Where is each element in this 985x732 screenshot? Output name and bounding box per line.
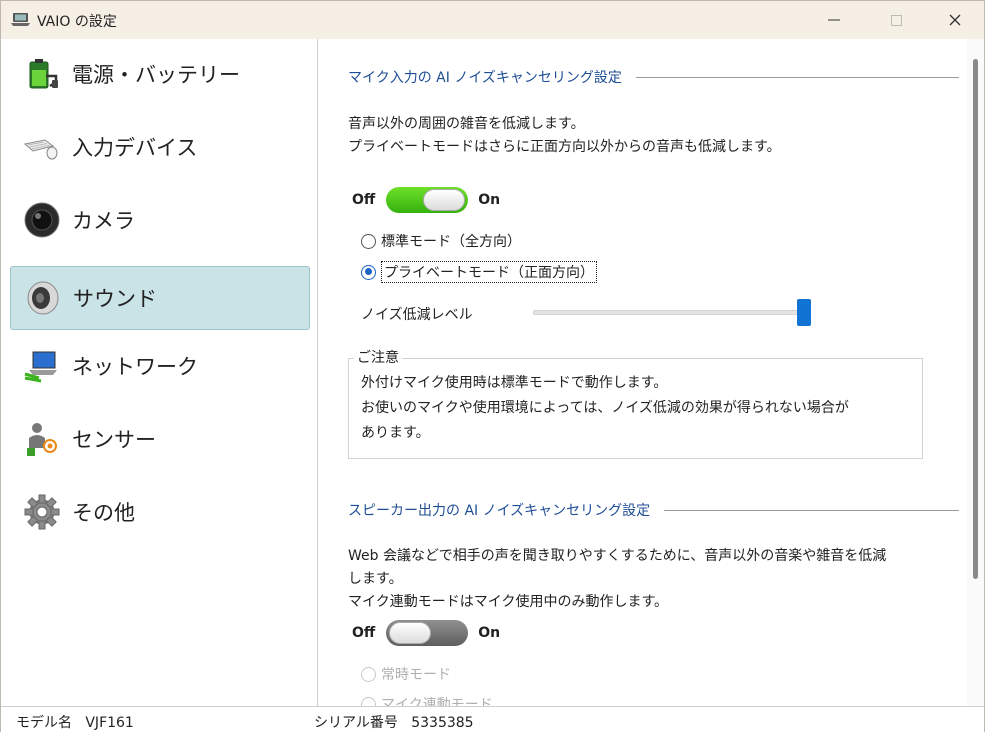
notice-line: あります。 xyxy=(361,425,430,441)
settings-content: マイク入力の AI ノイズキャンセリング設定 音声以外の周囲の雑音を低減します。… xyxy=(319,39,967,706)
close-icon xyxy=(949,14,961,26)
sidebar-item-label: サウンド xyxy=(73,287,157,311)
minimize-icon xyxy=(828,19,840,21)
mic-noise-cancel-toggle[interactable] xyxy=(386,187,469,213)
sidebar-item-label: 入力デバイス xyxy=(72,136,198,160)
noise-level-slider-track[interactable] xyxy=(533,310,811,315)
sidebar-item-label: センサー xyxy=(72,428,156,452)
notice-line: 外付けマイク使用時は標準モードで動作します。 xyxy=(361,375,668,391)
divider xyxy=(664,509,959,511)
radio-label: マイク連動モード xyxy=(381,697,493,706)
camera-lens-icon xyxy=(22,200,62,240)
desc-line: します。 xyxy=(348,571,403,587)
model-info: モデル名 VJF161 xyxy=(16,712,134,732)
status-bar: モデル名 VJF161 シリアル番号 5335385 xyxy=(1,706,984,732)
toggle-off-label: Off xyxy=(352,192,376,208)
sidebar: 電源・バッテリー 入力デバイス カメラ サウンド ネットワーク センサー その他 xyxy=(1,39,318,706)
sensor-person-icon xyxy=(22,419,62,459)
speaker-icon xyxy=(23,278,63,318)
vertical-scrollbar[interactable] xyxy=(967,39,984,706)
mic-description: 音声以外の周囲の雑音を低減します。 プライベートモードはさらに正面方向以外からの… xyxy=(348,113,781,159)
section-title: マイク入力の AI ノイズキャンセリング設定 xyxy=(348,70,622,86)
radio-button[interactable] xyxy=(361,264,376,280)
mic-noise-cancel-toggle-row: Off On xyxy=(352,187,500,213)
notice-title: ご注意 xyxy=(354,347,402,367)
section-title: スピーカー出力の AI ノイズキャンセリング設定 xyxy=(348,503,651,519)
sidebar-item-network[interactable]: ネットワーク xyxy=(10,334,310,398)
radio-private-mode[interactable]: プライベートモード（正面方向） xyxy=(361,261,597,283)
app-icon xyxy=(11,13,30,26)
sidebar-item-sensor[interactable]: センサー xyxy=(10,407,310,471)
sidebar-item-sound[interactable]: サウンド xyxy=(10,266,310,330)
desc-line: マイク連動モードはマイク使用中のみ動作します。 xyxy=(348,594,669,610)
speaker-noise-cancel-toggle-row: Off On xyxy=(352,620,500,646)
notice-box: ご注意 外付けマイク使用時は標準モードで動作します。 お使いのマイクや使用環境に… xyxy=(348,347,923,459)
sidebar-item-label: 電源・バッテリー xyxy=(72,63,240,87)
sidebar-item-other[interactable]: その他 xyxy=(10,480,310,544)
sidebar-item-camera[interactable]: カメラ xyxy=(10,188,310,252)
sidebar-item-label: ネットワーク xyxy=(72,355,198,379)
battery-plug-icon xyxy=(22,54,62,94)
toggle-off-label: Off xyxy=(352,625,376,641)
sidebar-item-label: その他 xyxy=(72,501,135,525)
sidebar-item-input-devices[interactable]: 入力デバイス xyxy=(10,115,310,179)
sidebar-item-power-battery[interactable]: 電源・バッテリー xyxy=(10,42,310,106)
maximize-button xyxy=(871,1,921,39)
speaker-noise-cancel-toggle[interactable] xyxy=(386,620,469,646)
minimize-button[interactable] xyxy=(809,1,859,39)
keyboard-mouse-icon xyxy=(22,127,62,167)
model-value: VJF161 xyxy=(85,715,134,731)
radio-always-mode: 常時モード xyxy=(361,663,451,685)
serial-info: シリアル番号 5335385 xyxy=(314,712,474,732)
toggle-knob xyxy=(389,622,432,644)
desc-line: Web 会議などで相手の声を聞き取りやすくするために、音声以外の音楽や雑音を低減 xyxy=(348,548,887,564)
notice-body: 外付けマイク使用時は標準モードで動作します。 お使いのマイクや使用環境によっては… xyxy=(361,371,849,446)
maximize-icon xyxy=(890,14,902,26)
speaker-section-heading: スピーカー出力の AI ノイズキャンセリング設定 xyxy=(348,500,959,520)
radio-button xyxy=(361,696,376,706)
serial-value: 5335385 xyxy=(411,715,474,731)
model-label: モデル名 xyxy=(16,715,72,731)
window-title: VAIO の設定 xyxy=(37,14,117,30)
title-bar: VAIO の設定 xyxy=(1,1,984,39)
noise-level-label: ノイズ低減レベル xyxy=(361,307,473,323)
sidebar-item-label: カメラ xyxy=(72,209,135,233)
radio-label: 常時モード xyxy=(381,667,451,683)
scrollbar-thumb[interactable] xyxy=(973,59,978,579)
radio-label: プライベートモード（正面方向） xyxy=(381,261,597,283)
radio-button xyxy=(361,666,376,682)
toggle-on-label: On xyxy=(478,625,501,641)
radio-label: 標準モード（全方向） xyxy=(381,234,521,250)
desc-line: 音声以外の周囲の雑音を低減します。 xyxy=(348,116,585,132)
mic-section-heading: マイク入力の AI ノイズキャンセリング設定 xyxy=(348,67,959,87)
close-button[interactable] xyxy=(930,1,980,39)
serial-label: シリアル番号 xyxy=(314,715,398,731)
desc-line: プライベートモードはさらに正面方向以外からの音声も低減します。 xyxy=(348,139,781,155)
app-window: VAIO の設定 電源・バッテリー 入力デバイス カメラ サウンド ネットワーク… xyxy=(0,0,985,732)
radio-button[interactable] xyxy=(361,233,376,249)
radio-standard-mode[interactable]: 標準モード（全方向） xyxy=(361,230,521,252)
toggle-knob xyxy=(423,189,466,211)
radio-mic-linked-mode: マイク連動モード xyxy=(361,693,493,706)
speaker-description: Web 会議などで相手の声を聞き取りやすくするために、音声以外の音楽や雑音を低減… xyxy=(348,545,886,614)
notice-line: お使いのマイクや使用環境によっては、ノイズ低減の効果が得られない場合が xyxy=(361,400,849,416)
noise-level-slider-thumb[interactable] xyxy=(797,299,811,326)
network-laptop-icon xyxy=(22,346,62,386)
divider xyxy=(635,76,959,78)
toggle-on-label: On xyxy=(478,192,501,208)
gear-icon xyxy=(22,492,62,532)
